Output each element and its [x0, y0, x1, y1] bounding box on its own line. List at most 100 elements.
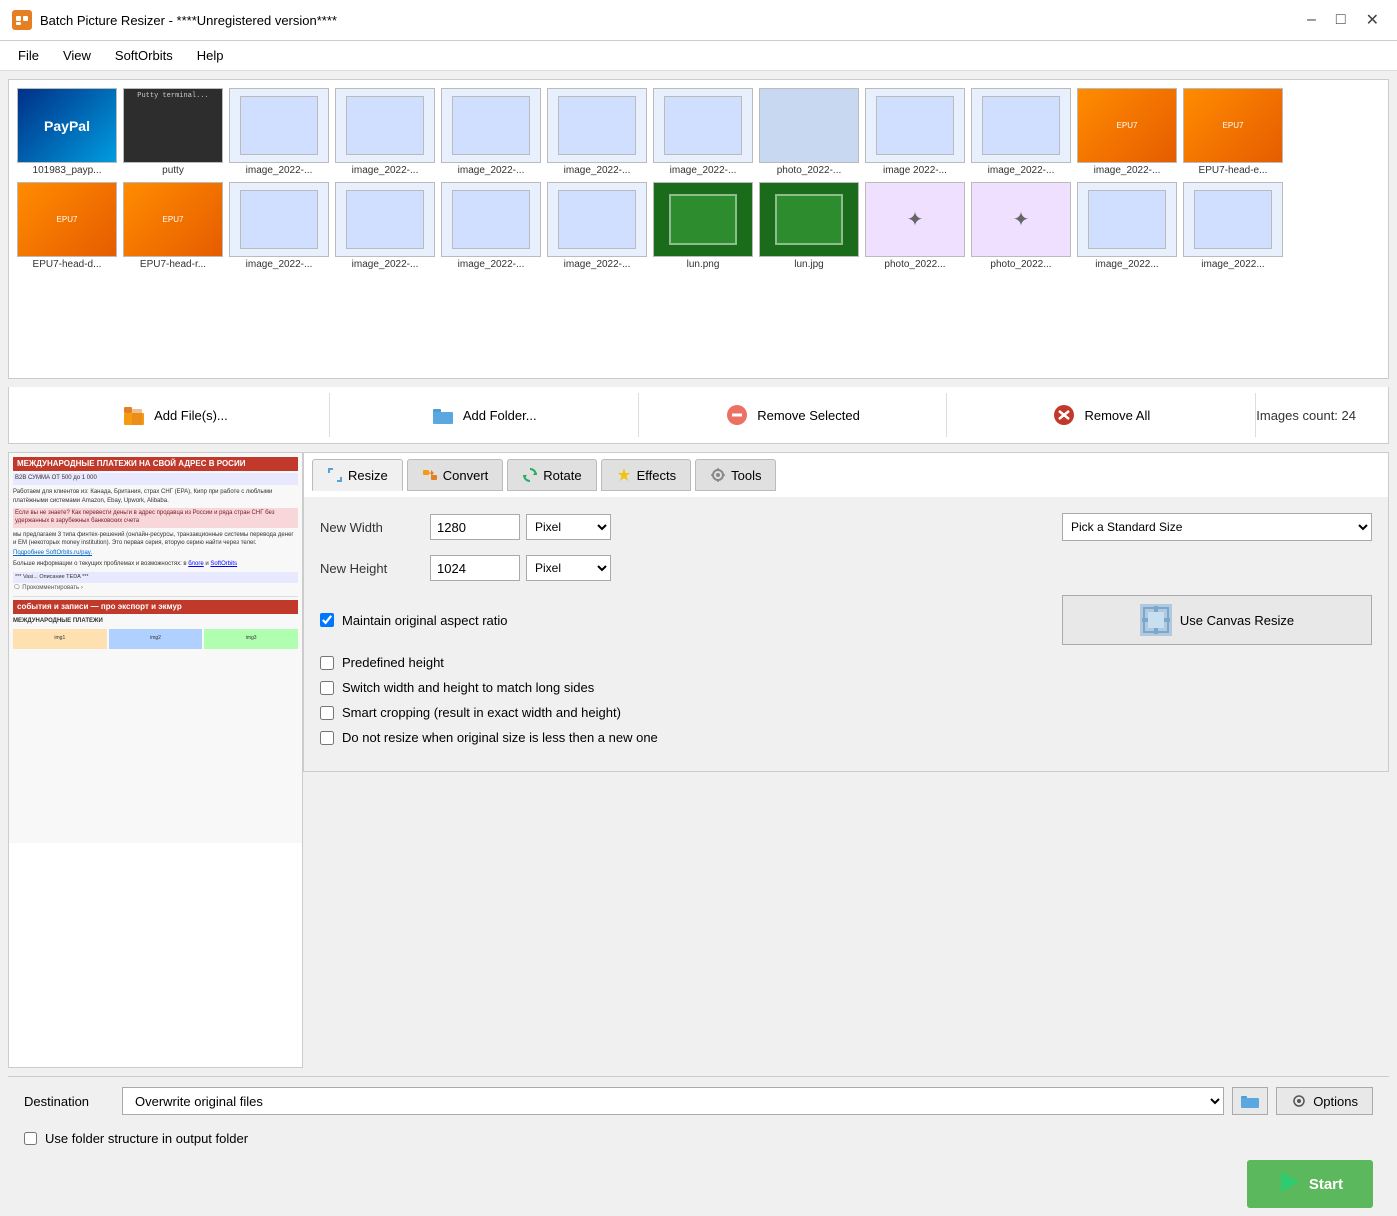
add-folder-icon: [431, 403, 455, 427]
new-width-label: New Width: [320, 520, 430, 535]
start-icon: [1277, 1170, 1301, 1198]
gallery-thumbnail[interactable]: image_2022...: [1077, 182, 1177, 270]
thumbnail-label: image_2022-...: [441, 165, 541, 176]
gallery-thumbnail[interactable]: EPU7EPU7-head-e...: [1183, 88, 1283, 176]
maximize-button[interactable]: □: [1330, 8, 1352, 32]
gallery-thumbnail[interactable]: ✦photo_2022...: [865, 182, 965, 270]
preview-content: МЕЖДУНАРОДНЫЕ ПЛАТЕЖИ НА СВОЙ АДРЕС В РО…: [9, 453, 302, 655]
add-files-button[interactable]: Add File(s)...: [21, 393, 330, 437]
settings-content: New Width Pixel Percent Inch Cm Pick a S…: [303, 497, 1389, 772]
thumbnail-label: EPU7-head-d...: [17, 259, 117, 270]
maintain-aspect-ratio-checkbox[interactable]: [320, 613, 334, 627]
gallery-thumbnail[interactable]: image_2022...: [1183, 182, 1283, 270]
menu-file[interactable]: File: [8, 45, 49, 66]
window-controls: – □ ✕: [1301, 8, 1385, 32]
new-height-unit-select[interactable]: Pixel Percent Inch Cm: [526, 555, 611, 581]
gallery-thumbnail[interactable]: EPU7image_2022-...: [1077, 88, 1177, 176]
remove-all-label: Remove All: [1084, 408, 1150, 423]
remove-selected-button[interactable]: Remove Selected: [639, 393, 948, 437]
menu-softorbits[interactable]: SoftOrbits: [105, 45, 183, 66]
new-width-input[interactable]: [430, 514, 520, 540]
gallery-thumbnail[interactable]: PayPal101983_payp...: [17, 88, 117, 176]
gallery-thumbnail[interactable]: image_2022-...: [441, 182, 541, 270]
main-container: PayPal101983_payp...Putty terminal...put…: [0, 71, 1397, 1216]
gallery-thumbnail[interactable]: image 2022-...: [865, 88, 965, 176]
smart-cropping-checkbox[interactable]: [320, 706, 334, 720]
tab-resize[interactable]: Resize: [312, 459, 403, 491]
tab-rotate[interactable]: Rotate: [507, 459, 596, 491]
start-area: Start: [8, 1152, 1389, 1216]
thumbnail-label: image_2022-...: [229, 165, 329, 176]
gallery-thumbnail[interactable]: lun.png: [653, 182, 753, 270]
new-height-input[interactable]: [430, 555, 520, 581]
new-height-label: New Height: [320, 561, 430, 576]
thumbnail-label: image_2022...: [1183, 259, 1283, 270]
standard-size-select[interactable]: Pick a Standard Size: [1062, 513, 1372, 541]
maintain-aspect-ratio-label: Maintain original aspect ratio: [342, 613, 507, 628]
remove-all-button[interactable]: Remove All: [947, 393, 1256, 437]
do-not-resize-checkbox[interactable]: [320, 731, 334, 745]
close-button[interactable]: ✕: [1360, 8, 1385, 32]
tab-convert[interactable]: Convert: [407, 459, 504, 491]
resize-tab-icon: [327, 467, 343, 483]
thumbnail-label: EPU7-head-r...: [123, 259, 223, 270]
tab-convert-label: Convert: [443, 468, 489, 483]
thumbnail-label: lun.jpg: [759, 259, 859, 270]
rotate-tab-icon: [522, 467, 538, 483]
gallery-thumbnail[interactable]: EPU7EPU7-head-r...: [123, 182, 223, 270]
thumbnail-label: lun.png: [653, 259, 753, 270]
gallery-thumbnail[interactable]: image_2022-...: [229, 182, 329, 270]
start-button[interactable]: Start: [1247, 1160, 1373, 1208]
minimize-button[interactable]: –: [1301, 8, 1322, 32]
thumbnail-label: image_2022...: [1077, 259, 1177, 270]
do-not-resize-row: Do not resize when original size is less…: [320, 730, 1372, 745]
gallery-thumbnail[interactable]: ✦photo_2022...: [971, 182, 1071, 270]
gallery-thumbnail[interactable]: EPU7EPU7-head-d...: [17, 182, 117, 270]
tab-tools[interactable]: Tools: [695, 459, 776, 491]
gallery-thumbnail[interactable]: image_2022-...: [335, 88, 435, 176]
new-width-unit-select[interactable]: Pixel Percent Inch Cm: [526, 514, 611, 540]
gallery-thumbnail[interactable]: image_2022-...: [441, 88, 541, 176]
destination-folder-button[interactable]: [1232, 1087, 1268, 1115]
switch-width-height-checkbox[interactable]: [320, 681, 334, 695]
images-count: Images count: 24: [1256, 408, 1376, 423]
content-area: МЕЖДУНАРОДНЫЕ ПЛАТЕЖИ НА СВОЙ АДРЕС В РО…: [8, 452, 1389, 1068]
thumbnail-label: photo_2022...: [865, 259, 965, 270]
predefined-height-row: Predefined height: [320, 655, 1372, 670]
canvas-resize-button[interactable]: Use Canvas Resize: [1062, 595, 1372, 645]
smart-cropping-label: Smart cropping (result in exact width an…: [342, 705, 621, 720]
menu-help[interactable]: Help: [187, 45, 234, 66]
menubar: File View SoftOrbits Help: [0, 41, 1397, 71]
gallery-thumbnail[interactable]: image_2022-...: [335, 182, 435, 270]
gallery-thumbnail[interactable]: image_2022-...: [547, 88, 647, 176]
gallery-thumbnail[interactable]: image_2022-...: [229, 88, 329, 176]
gallery-thumbnail[interactable]: Putty terminal...putty: [123, 88, 223, 176]
gallery-inner: PayPal101983_payp...Putty terminal...put…: [17, 88, 1380, 270]
window-title: Batch Picture Resizer - ****Unregistered…: [40, 13, 337, 28]
gallery-thumbnail[interactable]: lun.jpg: [759, 182, 859, 270]
titlebar: Batch Picture Resizer - ****Unregistered…: [0, 0, 1397, 41]
predefined-height-checkbox[interactable]: [320, 656, 334, 670]
effects-tab-icon: [616, 467, 632, 483]
thumbnail-label: putty: [123, 165, 223, 176]
image-gallery[interactable]: PayPal101983_payp...Putty terminal...put…: [8, 79, 1389, 379]
menu-view[interactable]: View: [53, 45, 101, 66]
folder-struct-label: Use folder structure in output folder: [45, 1131, 248, 1146]
folder-struct-checkbox[interactable]: [24, 1132, 37, 1145]
options-button[interactable]: Options: [1276, 1087, 1373, 1115]
tab-effects-label: Effects: [637, 468, 677, 483]
preview-image: МЕЖДУНАРОДНЫЕ ПЛАТЕЖИ НА СВОЙ АДРЕС В РО…: [9, 453, 302, 843]
tab-effects[interactable]: Effects: [601, 459, 692, 491]
gallery-thumbnail[interactable]: photo_2022-...: [759, 88, 859, 176]
convert-tab-icon: [422, 467, 438, 483]
thumbnail-label: 101983_payp...: [17, 165, 117, 176]
add-folder-button[interactable]: Add Folder...: [330, 393, 639, 437]
thumbnail-label: EPU7-head-e...: [1183, 165, 1283, 176]
add-files-icon: [122, 403, 146, 427]
gallery-thumbnail[interactable]: image_2022-...: [653, 88, 753, 176]
tab-resize-label: Resize: [348, 468, 388, 483]
gallery-thumbnail[interactable]: image_2022-...: [547, 182, 647, 270]
destination-select[interactable]: Overwrite original files Save to folder …: [122, 1087, 1224, 1115]
gallery-thumbnail[interactable]: image_2022-...: [971, 88, 1071, 176]
thumbnail-label: image_2022-...: [653, 165, 753, 176]
